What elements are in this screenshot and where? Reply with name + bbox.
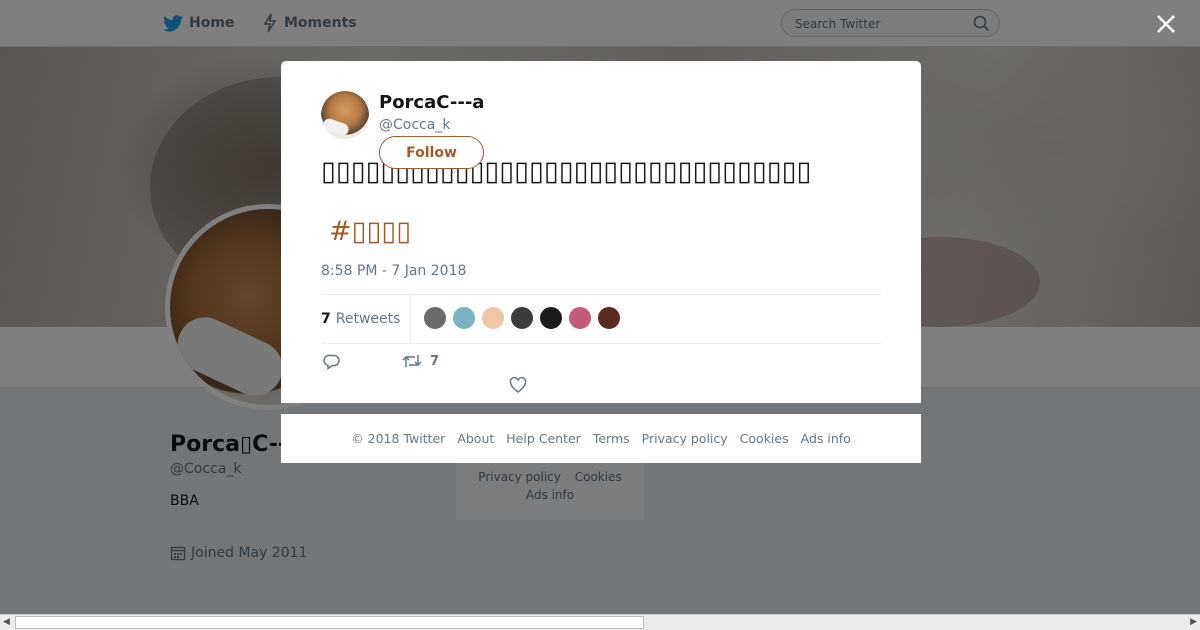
footer-copyright: © 2018 Twitter	[351, 431, 446, 446]
footer-privacy-link[interactable]: Privacy policy	[642, 431, 728, 446]
horizontal-scrollbar[interactable]: ◀ ▶	[0, 614, 1200, 630]
scrollbar-thumb[interactable]	[15, 616, 644, 629]
reply-icon[interactable]	[323, 353, 341, 371]
tweet-hashtag[interactable]: #▯▯▯▯	[329, 216, 411, 247]
like-heart-icon[interactable]	[509, 377, 527, 393]
close-icon[interactable]	[1152, 10, 1180, 38]
footer-help-link[interactable]: Help Center	[506, 431, 581, 446]
retweeter-avatar[interactable]	[568, 306, 592, 330]
retweeter-avatar[interactable]	[597, 306, 621, 330]
tweet-permalink-modal: PorcaC---a @Cocca_k ▯▯▯▯▯▯▯▯▯▯▯▯▯▯▯▯▯▯▯▯…	[281, 61, 921, 403]
retweets-label: Retweets	[335, 310, 401, 327]
retweeter-avatar[interactable]	[423, 306, 447, 330]
retweet-icon	[402, 355, 422, 367]
author-avatar-toy	[321, 116, 351, 138]
author-handle[interactable]: @Cocca_k	[379, 117, 450, 133]
stats-divider	[410, 295, 411, 342]
author-avatar[interactable]	[321, 91, 369, 139]
footer-ads-link[interactable]: Ads info	[801, 431, 851, 446]
modal-footer: © 2018 Twitter About Help Center Terms P…	[281, 414, 921, 463]
retweet-action-count: 7	[430, 353, 440, 369]
footer-about-link[interactable]: About	[457, 431, 494, 446]
author-name[interactable]: PorcaC---a	[379, 92, 484, 113]
retweeter-avatar[interactable]	[539, 306, 563, 330]
retweets-stat[interactable]: 7 Retweets	[321, 295, 400, 342]
retweeter-avatar[interactable]	[510, 306, 534, 330]
retweets-count: 7	[321, 310, 331, 327]
footer-cookies-link[interactable]: Cookies	[740, 431, 789, 446]
retweeter-avatar[interactable]	[452, 306, 476, 330]
retweeter-avatar[interactable]	[481, 306, 505, 330]
follow-button[interactable]: Follow	[379, 136, 484, 169]
scroll-left-arrow-icon[interactable]: ◀	[3, 617, 10, 627]
retweet-button[interactable]: 7	[402, 353, 439, 369]
scroll-right-arrow-icon[interactable]: ▶	[1190, 617, 1197, 627]
tweet-actions: 7	[321, 351, 881, 396]
footer-terms-link[interactable]: Terms	[593, 431, 630, 446]
tweet-timestamp: 8:58 PM - 7 Jan 2018	[321, 263, 467, 279]
retweeter-avatars	[423, 306, 626, 330]
tweet-stats: 7 Retweets	[321, 294, 881, 344]
